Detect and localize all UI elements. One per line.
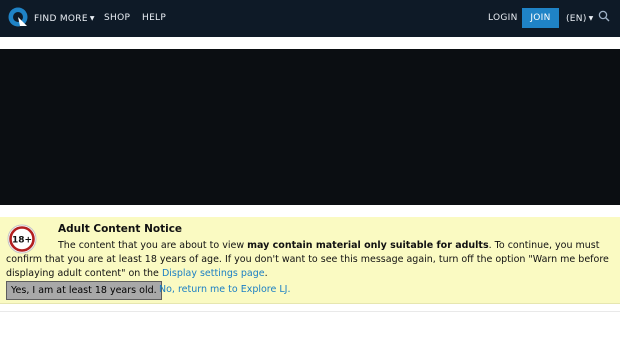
content-placeholder [0,49,620,205]
nav-shop[interactable]: SHOP [104,0,130,37]
return-to-explore-link[interactable]: No, return me to Explore LJ. [159,284,290,295]
livejournal-logo-icon[interactable] [8,7,28,27]
search-icon[interactable] [598,10,610,22]
language-label: (EN) [566,14,587,24]
language-selector[interactable]: (EN) ▼ [566,0,594,37]
notice-text-part-1: The content that you are about to view [58,240,248,251]
notice-title: Adult Content Notice [58,223,183,235]
notice-text-part-3: . [264,268,268,279]
nav-find-more-label: FIND MORE [34,14,88,24]
join-button[interactable]: JOIN [522,8,559,28]
login-link[interactable]: LOGIN [488,0,518,37]
display-settings-link[interactable]: Display settings page [162,268,265,279]
nav-find-more[interactable]: FIND MORE ▼ [34,0,95,37]
chevron-down-icon: ▼ [588,15,594,22]
chevron-down-icon: ▼ [89,15,95,22]
confirm-age-button[interactable]: Yes, I am at least 18 years old. [6,281,162,300]
adult-content-notice: 18+ Adult Content Notice The content tha… [0,217,620,304]
notice-text-bold: may contain material only suitable for a… [247,240,489,251]
nav-help[interactable]: HELP [142,0,166,37]
top-navigation-bar: FIND MORE ▼ SHOP HELP LOGIN JOIN (EN) ▼ [0,0,620,37]
page-divider [0,311,620,312]
notice-message: The content that you are about to view m… [6,239,614,281]
